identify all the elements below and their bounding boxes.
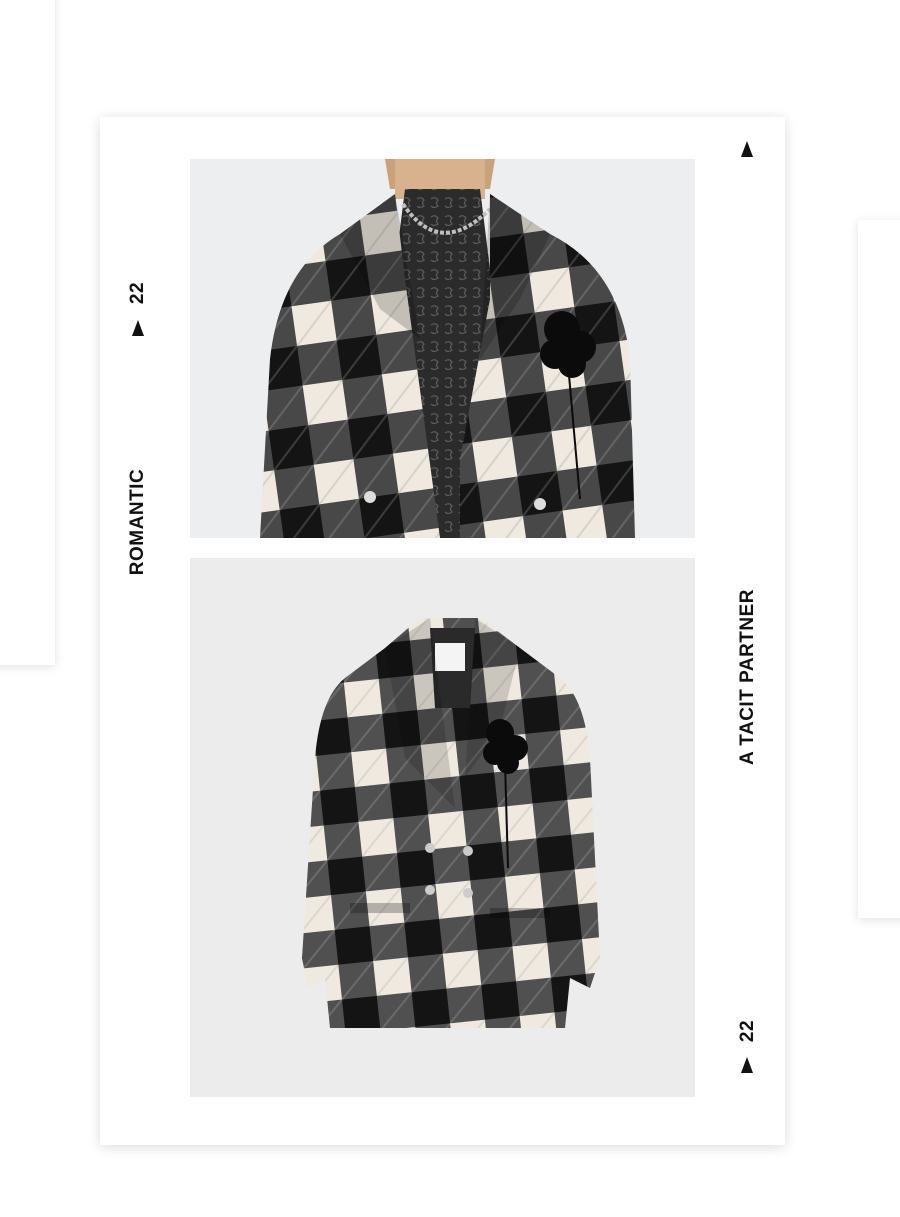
triangle-marker-icon xyxy=(741,141,753,157)
right-adjacent-card xyxy=(858,220,900,918)
triangle-marker-icon xyxy=(132,320,144,336)
plaid-coat-product-photo xyxy=(190,558,695,1097)
romantic-label: ROMANTIC xyxy=(127,468,148,576)
tacit-partner-label: A TACIT PARTNER xyxy=(737,588,758,766)
triangle-marker-icon xyxy=(741,1057,753,1073)
left-page-number: 22 xyxy=(127,281,148,305)
left-adjacent-card xyxy=(0,0,55,665)
right-page-number: 22 xyxy=(737,1019,758,1043)
lookbook-card: 22 ROMANTIC A TACIT PARTNER 22 xyxy=(100,117,785,1145)
model-wearing-plaid-coat-photo xyxy=(190,159,695,538)
